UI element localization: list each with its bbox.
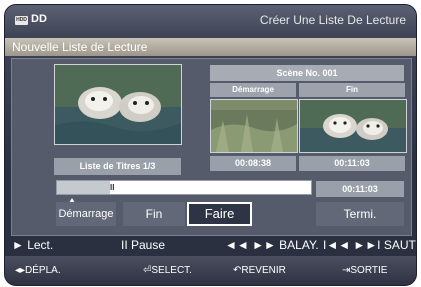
title-bar: HDD DD Créer Une Liste De Lecture — [5, 5, 416, 37]
footer-bar: ◂▸DÉPLA. ⏎SELECT. ↶REVENIR ⇥SORTIE — [5, 256, 416, 285]
footer-back-label: REVENIR — [241, 265, 286, 276]
end-point-label: Fin — [299, 83, 405, 97]
start-point-button[interactable]: Démarrage — [56, 202, 116, 226]
hdd-icon: HDD — [15, 16, 28, 25]
pause-indicator-icon: II — [110, 183, 115, 192]
footer-move: ◂▸DÉPLA. — [15, 265, 61, 276]
scene-number-header: Scène No. 001 — [210, 65, 404, 81]
playback-progress-bar[interactable]: II — [56, 180, 312, 195]
footer-select: ⏎SELECT. — [143, 265, 192, 276]
footer-exit-label: SORTIE — [350, 265, 388, 276]
legend-pause: II Pause — [121, 238, 166, 252]
progress-fill — [57, 181, 110, 194]
footer-exit: ⇥SORTIE — [342, 265, 387, 276]
legend-play: ► Lect. — [12, 238, 54, 252]
editor-panel: Liste de Titres 1/3 Scène No. 001 Démarr… — [11, 58, 412, 236]
end-time-display: 00:11:03 — [299, 156, 405, 171]
subheader-bar: Nouvelle Liste de Lecture — [5, 38, 416, 56]
title-list-label: Liste de Titres 1/3 — [54, 158, 181, 175]
end-point-button[interactable]: Fin — [123, 202, 185, 226]
start-point-label: Démarrage — [210, 83, 296, 97]
legend-scan: ◄◄ ►► BALAY. — [225, 238, 319, 252]
main-preview-thumbnail — [54, 64, 182, 145]
start-time-display: 00:08:38 — [210, 156, 296, 171]
screen-title: Créer Une Liste De Lecture — [259, 13, 406, 27]
current-time-display: 00:11:03 — [316, 181, 404, 197]
end-point-thumbnail — [299, 99, 407, 153]
footer-back: ↶REVENIR — [233, 265, 286, 276]
device-label: DD — [31, 13, 47, 25]
legend-skip: I◄◄ ►►I SAUTER — [323, 238, 416, 252]
finish-button[interactable]: Termi. — [316, 202, 404, 226]
subheader-title: Nouvelle Liste de Lecture — [12, 40, 148, 54]
footer-select-label: SELECT. — [151, 265, 192, 276]
make-button[interactable]: Faire — [187, 202, 252, 226]
dialog-frame: HDD DD Créer Une Liste De Lecture Nouvel… — [4, 4, 417, 286]
control-legend: ► Lect. II Pause ◄◄ ►► BALAY. I◄◄ ►►I SA… — [5, 236, 416, 254]
start-point-thumbnail — [210, 99, 298, 153]
